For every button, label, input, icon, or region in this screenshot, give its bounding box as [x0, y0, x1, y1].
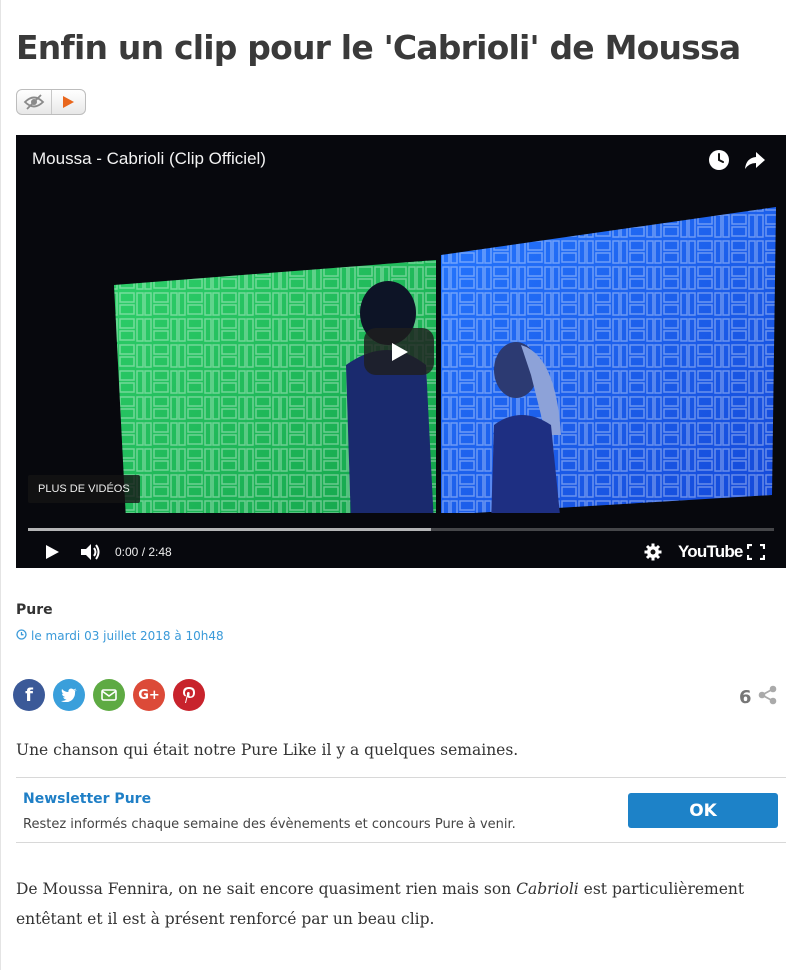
- big-play-button[interactable]: [364, 328, 434, 375]
- share-counter[interactable]: 6: [739, 685, 778, 710]
- more-videos-button[interactable]: PLUS DE VIDÉOS: [28, 475, 140, 503]
- volume-icon[interactable]: [80, 543, 102, 561]
- youtube-logo[interactable]: YouTube: [678, 542, 743, 562]
- share-nodes-icon: [758, 685, 778, 710]
- clock-small-icon: [16, 629, 27, 643]
- article-date: le mardi 03 juillet 2018 à 10h48: [16, 629, 224, 643]
- body-text-start: De Moussa Fennira, on ne sait encore qua…: [16, 880, 517, 898]
- progress-loaded: [28, 528, 431, 531]
- newsletter-ok-button[interactable]: OK: [628, 793, 778, 828]
- share-arrow-icon[interactable]: [742, 147, 768, 173]
- page-left-border: [0, 0, 1, 970]
- twitter-icon[interactable]: [53, 679, 85, 711]
- eye-slash-icon: [17, 90, 51, 114]
- social-share-buttons: f G+: [13, 679, 205, 711]
- time-display: 0:00 / 2:48: [115, 544, 172, 559]
- date-text: le mardi 03 juillet 2018 à 10h48: [31, 629, 224, 643]
- play-icon[interactable]: [44, 544, 60, 560]
- article-body: De Moussa Fennira, on ne sait encore qua…: [16, 874, 786, 934]
- newsletter-description: Restez informés chaque semaine des évène…: [23, 817, 516, 832]
- video-player[interactable]: Moussa - Cabrioli (Clip Officiel) PLUS D…: [16, 135, 786, 568]
- player-controls: 0:00 / 2:48 YouTube: [16, 535, 786, 568]
- article-badges: [16, 89, 86, 115]
- share-count-value: 6: [739, 687, 752, 708]
- newsletter-box: Newsletter Pure Restez informés chaque s…: [16, 777, 786, 843]
- clock-icon[interactable]: [706, 147, 732, 173]
- email-icon[interactable]: [93, 679, 125, 711]
- newsletter-title[interactable]: Newsletter Pure: [23, 791, 151, 807]
- facebook-icon[interactable]: f: [13, 679, 45, 711]
- pinterest-icon[interactable]: [173, 679, 205, 711]
- fullscreen-icon[interactable]: [747, 543, 765, 560]
- song-title: Cabrioli: [516, 880, 579, 898]
- play-triangle-icon: [50, 90, 86, 114]
- article-author[interactable]: Pure: [16, 602, 53, 618]
- video-title[interactable]: Moussa - Cabrioli (Clip Officiel): [32, 149, 266, 169]
- article-lead: Une chanson qui était notre Pure Like il…: [16, 741, 519, 759]
- settings-gear-icon[interactable]: [644, 543, 662, 561]
- progress-bar[interactable]: [28, 528, 774, 531]
- article-title: Enfin un clip pour le 'Cabrioli' de Mous…: [16, 28, 741, 67]
- google-plus-icon[interactable]: G+: [133, 679, 165, 711]
